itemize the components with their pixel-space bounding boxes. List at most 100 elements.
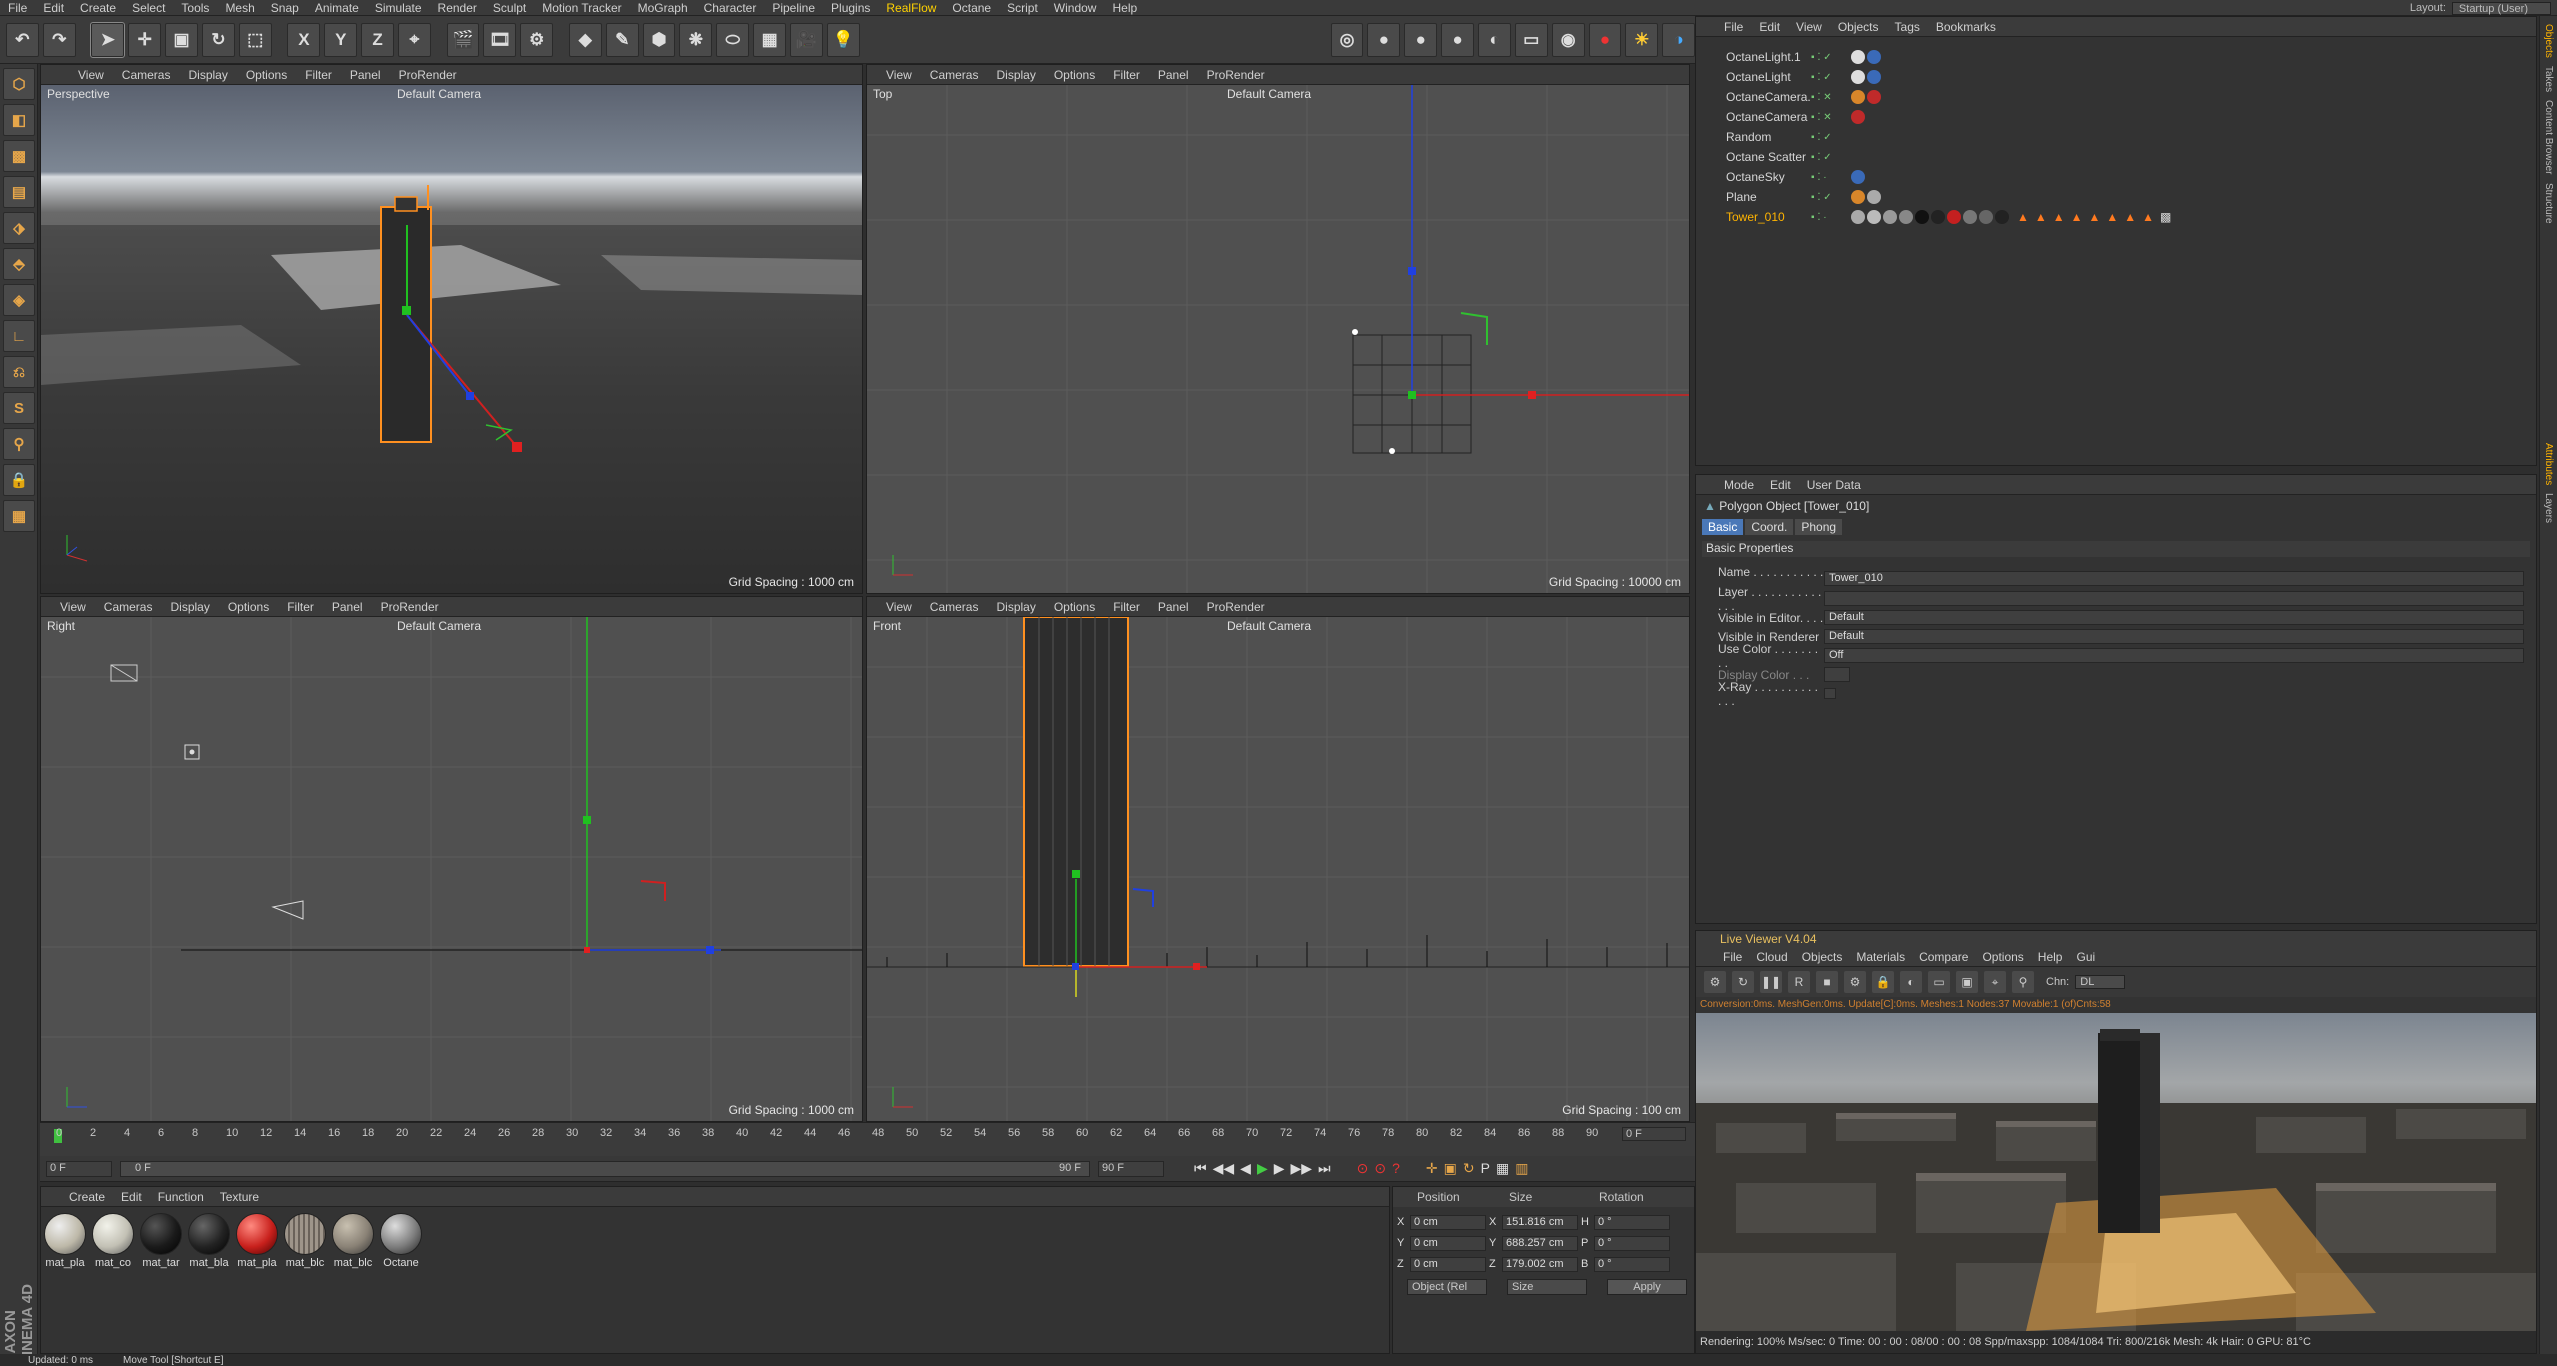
workplane-icon[interactable]: ▤ [3,176,35,208]
visibility-check-icon[interactable]: ▪ ⁚ ✓ [1811,152,1851,163]
menu-tools[interactable]: Tools [173,1,217,15]
am-menu-user-data[interactable]: User Data [1799,478,1869,492]
material-tag-icon[interactable] [1851,210,1865,224]
camera-icon[interactable]: 🎥 [790,22,823,57]
position-y-field[interactable]: 0 cm [1410,1235,1486,1251]
rotation-h-field[interactable]: 0 ° [1594,1214,1670,1230]
menu-edit[interactable]: Edit [35,1,72,15]
object-row[interactable]: OctaneCamera.1 ▪ ⁚ ✕ [1696,87,2536,107]
rotation-p-field[interactable]: 0 ° [1594,1235,1670,1251]
octane-sky-icon[interactable]: ◑ [1662,22,1696,57]
restart-icon[interactable]: ↻ [1732,971,1754,993]
am-menu-mode[interactable]: Mode [1716,478,1762,492]
octane-target-icon[interactable]: ◉ [1551,22,1585,57]
material-tag-icon[interactable] [1963,210,1977,224]
octane-light-tag-icon[interactable] [1851,70,1865,84]
position-x-field[interactable]: 0 cm [1410,1214,1486,1230]
render-settings-icon[interactable]: ⚙ [520,22,554,57]
viewport-menu-filter[interactable]: Filter [278,600,323,614]
octane-camera-tag-icon[interactable] [1851,110,1865,124]
scale-icon[interactable]: ▣ [165,22,199,57]
octane-light-tag-icon[interactable] [1851,50,1865,64]
octane-material-2-icon[interactable]: ● [1404,22,1438,57]
key-position-icon[interactable]: ✛ [1426,1160,1438,1177]
apply-button[interactable]: Apply [1607,1279,1687,1295]
mm-menu-edit[interactable]: Edit [113,1190,150,1204]
material-tag-icon[interactable] [1931,210,1945,224]
make-editable-icon[interactable]: ⬡ [3,68,35,100]
menu-mesh[interactable]: Mesh [217,1,262,15]
size-y-field[interactable]: 688.257 cm [1502,1235,1578,1251]
viewport-menu-view[interactable]: View [877,68,921,82]
pen-icon[interactable]: ✎ [605,22,639,57]
viewport-menu-cameras[interactable]: Cameras [921,600,988,614]
octane-record-icon[interactable]: ● [1588,22,1622,57]
send-scene-icon[interactable]: ⚙ [1704,971,1726,993]
magnet-icon[interactable]: ⚲ [3,428,35,460]
visibility-check-icon[interactable]: ▪ ⁚ · [1811,212,1851,223]
points-mode-icon[interactable]: ⬗ [3,212,35,244]
viewport-top[interactable]: View Cameras Display Options Filter Panel ProR… [866,64,1690,594]
tab-objects[interactable]: Objects [2543,24,2554,58]
visible-in-editor-dropdown[interactable]: Default [1824,610,2524,625]
viewport-menu-view[interactable]: View [51,600,95,614]
octane-sky-tag-icon[interactable] [1851,170,1865,184]
display-color-swatch[interactable] [1824,667,1850,682]
uvw-tag-icon[interactable]: ▩ [2160,210,2171,224]
octane-texture-icon[interactable]: ◐ [1478,22,1511,57]
viewport-camera-label[interactable]: Default Camera [1227,619,1311,633]
tab-takes[interactable]: Takes [2543,66,2554,92]
rotation-b-field[interactable]: 0 ° [1594,1256,1670,1272]
menu-render[interactable]: Render [430,1,485,15]
viewport-menu-view[interactable]: View [877,600,921,614]
om-menu-edit[interactable]: Edit [1751,20,1788,34]
viewport-menu-display[interactable]: Display [161,600,218,614]
object-row[interactable]: Octane Scatter ▪ ⁚ ✓ [1696,147,2536,167]
preview-range-slider[interactable]: 0 F 90 F [120,1160,1090,1177]
material-swatch[interactable]: mat_bla [187,1213,231,1269]
menu-mograph[interactable]: MoGraph [630,1,696,15]
viewport-menu-panel[interactable]: Panel [1149,68,1198,82]
viewport-menu-options[interactable]: Options [237,68,296,82]
go-to-end-icon[interactable]: ⏭ [1318,1160,1331,1177]
octane-tag-icon[interactable] [1867,70,1881,84]
viewport-menu-panel[interactable]: Panel [1149,600,1198,614]
viewport-menu-panel[interactable]: Panel [341,68,390,82]
viewport-menu-display[interactable]: Display [179,68,236,82]
viewport-menu-panel[interactable]: Panel [323,600,372,614]
menu-sculpt[interactable]: Sculpt [485,1,534,15]
cube-icon[interactable]: ◆ [568,22,602,57]
stop-icon[interactable]: ■ [1816,971,1838,993]
material-swatch[interactable]: mat_pla [235,1213,279,1269]
object-row-selected[interactable]: Tower_010 ▪ ⁚ · ▲▲▲▲▲▲▲▲ ▩ [1696,207,2536,227]
viewport-menu-options[interactable]: Options [219,600,278,614]
visibility-check-icon[interactable]: ▪ ⁚ ✓ [1811,132,1851,143]
end-frame-field[interactable]: 0 F [1622,1127,1686,1141]
viewport-perspective[interactable]: View Cameras Display Options Filter Panel ProR… [40,64,863,594]
lock-icon[interactable]: 🔒 [3,464,35,496]
octane-tag-icon[interactable] [1867,50,1881,64]
visibility-check-icon[interactable]: ▪ ⁚ ✓ [1811,192,1851,203]
pause-icon[interactable]: ❚❚ [1760,971,1782,993]
mm-menu-function[interactable]: Function [150,1190,212,1204]
clay-mode-icon[interactable]: ◐ [1900,971,1922,993]
model-mode-icon[interactable]: ◧ [3,104,35,136]
menu-window[interactable]: Window [1046,1,1105,15]
render-view-icon[interactable]: 🎬 [446,22,480,57]
key-pla-icon[interactable]: ▦ [1496,1160,1509,1177]
prev-key-icon[interactable]: ◀◀ [1213,1160,1235,1177]
settings-icon[interactable]: ⚙ [1844,971,1866,993]
material-tag-icon[interactable] [1995,210,2009,224]
object-row[interactable]: OctaneSky ▪ ⁚ · [1696,167,2536,187]
layout-dropdown[interactable]: Startup (User) [2451,1,2551,15]
coord-mode-dropdown[interactable]: Object (Rel [1407,1279,1487,1295]
select-arrow-icon[interactable]: ➤ [90,21,126,58]
material-tag-icon[interactable] [1883,210,1897,224]
lv-menu-compare[interactable]: Compare [1912,950,1975,964]
om-menu-objects[interactable]: Objects [1830,20,1887,34]
menu-create[interactable]: Create [72,1,124,15]
lv-menu-gui[interactable]: Gui [2069,950,2102,964]
selection-tag-icon[interactable]: ▲▲▲▲▲▲▲▲ [2017,210,2160,224]
viewport-menu-options[interactable]: Options [1045,600,1104,614]
axis-x-icon[interactable]: X [287,22,321,57]
